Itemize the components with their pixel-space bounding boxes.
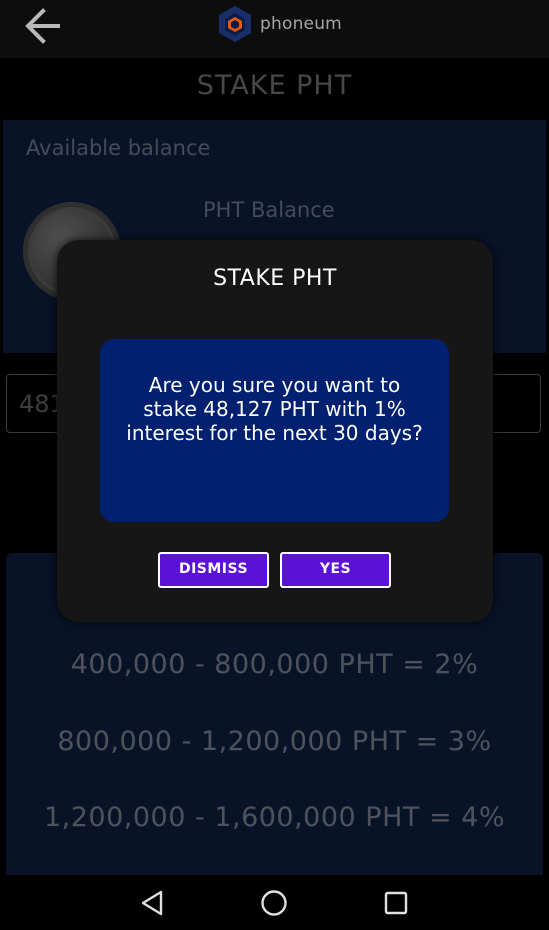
confirm-stake-dialog: STAKE PHT Are you sure you want to stake… [57,240,493,622]
logo-text: phoneum [260,14,342,34]
app-header: phoneum [0,0,549,58]
nav-home-button[interactable] [252,884,296,922]
dialog-title: STAKE PHT [213,266,337,291]
dialog-message-box: Are you sure you want to stake 48,127 PH… [100,339,449,522]
dialog-message: Are you sure you want to stake 48,127 PH… [126,373,423,445]
app-logo: phoneum [216,4,342,44]
arrow-left-icon [25,8,60,44]
yes-button[interactable]: YES [280,552,391,588]
system-nav-bar [0,876,549,930]
back-button[interactable] [18,6,68,46]
nav-back-button[interactable] [131,884,175,922]
dismiss-button[interactable]: DISMISS [158,552,269,588]
nav-recents-button[interactable] [374,884,418,922]
triangle-back-icon [141,890,163,916]
phoneum-logo-icon [219,6,251,42]
square-recents-icon [384,891,408,915]
circle-home-icon [261,890,287,916]
